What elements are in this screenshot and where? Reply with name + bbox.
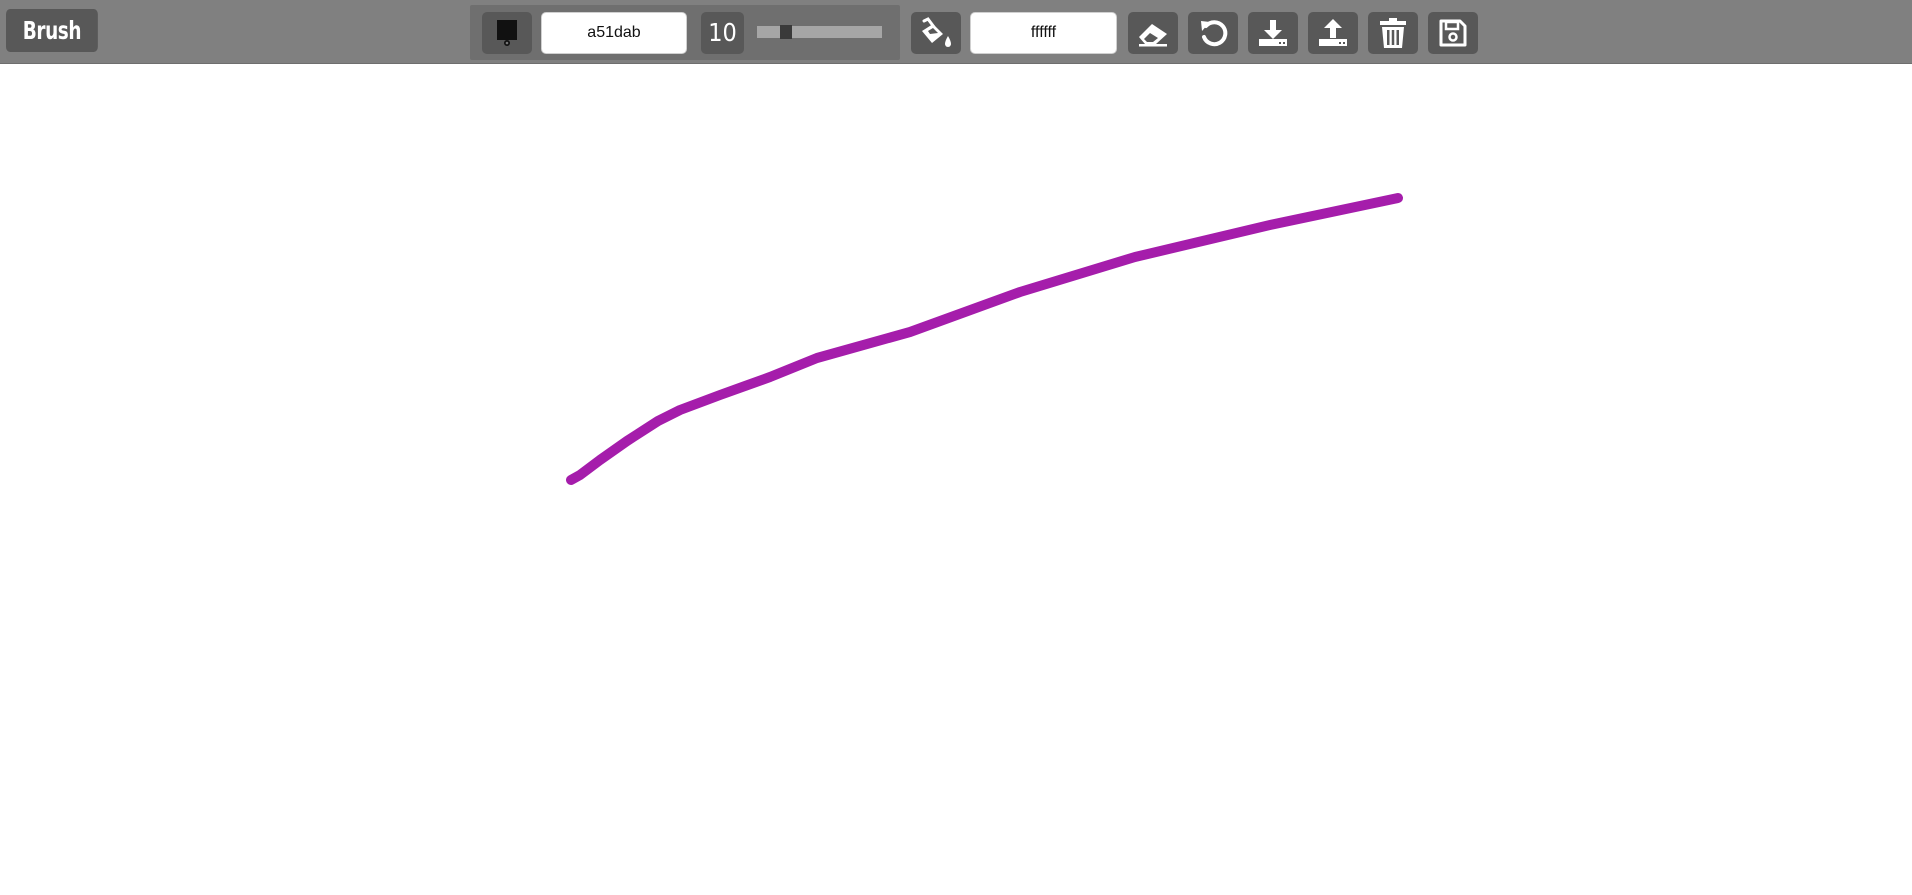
fill-bucket-button[interactable] <box>911 12 961 54</box>
brush-stroke <box>566 193 1403 485</box>
brush-color-input[interactable] <box>541 12 687 54</box>
paint-bucket-icon <box>922 17 951 47</box>
current-tool-label[interactable]: Brush <box>6 9 98 52</box>
brush-tool-button[interactable] <box>482 12 532 54</box>
brush-size-slider-thumb[interactable] <box>780 25 792 39</box>
upload-icon <box>1319 19 1347 46</box>
undo-button[interactable] <box>1188 12 1238 54</box>
save-icon <box>1439 19 1467 47</box>
download-button[interactable] <box>1248 12 1298 54</box>
drawing-canvas[interactable] <box>0 64 1912 890</box>
download-icon <box>1259 20 1287 46</box>
canvas-drawing-surface[interactable] <box>0 64 1912 890</box>
clear-canvas-button[interactable] <box>1368 12 1418 54</box>
brush-icon <box>497 20 517 46</box>
brush-size-slider[interactable] <box>757 25 882 39</box>
trash-icon <box>1380 18 1406 48</box>
brush-size-value: 10 <box>701 12 744 54</box>
background-color-input[interactable] <box>970 12 1117 54</box>
undo-icon <box>1201 20 1228 47</box>
eraser-icon <box>1139 24 1167 47</box>
toolbar: Brush 10 <box>0 0 1912 64</box>
save-button[interactable] <box>1428 12 1478 54</box>
eraser-button[interactable] <box>1128 12 1178 54</box>
upload-button[interactable] <box>1308 12 1358 54</box>
